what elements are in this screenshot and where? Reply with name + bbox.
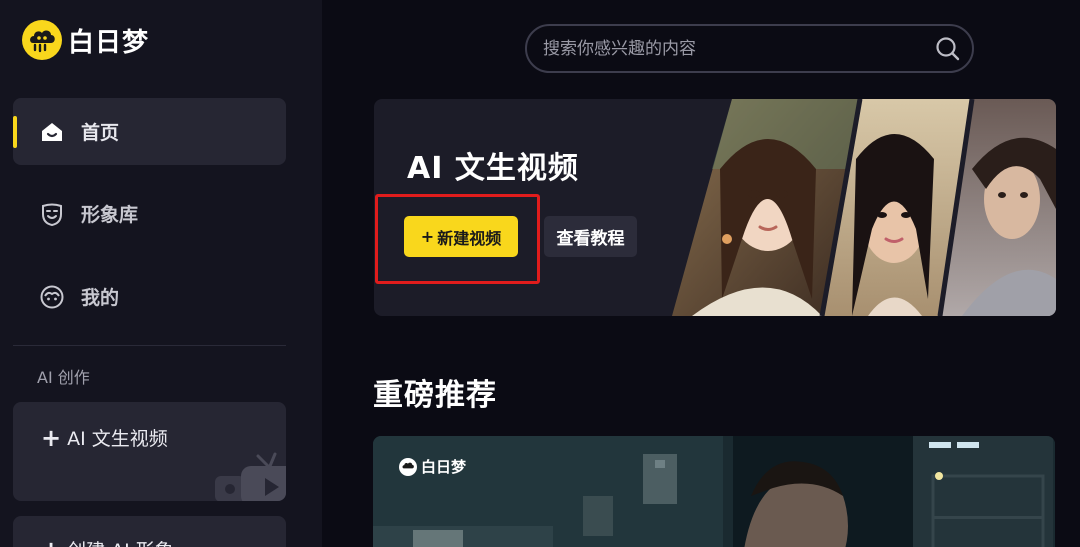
create-card-label: 创建 AI 形象 bbox=[67, 536, 174, 547]
create-card-label: AI 文生视频 bbox=[67, 428, 168, 450]
create-card-title: + 创建 AI 形象 bbox=[41, 536, 174, 547]
section-title-featured: 重磅推荐 bbox=[373, 378, 497, 413]
featured-video-card[interactable]: 白日梦 bbox=[373, 436, 1055, 547]
app-root: 白日梦 首页 形象库 我的 AI 创作 + AI 文生视频 搜索你感兴趣的内容 … bbox=[0, 0, 1080, 547]
view-tutorial-button[interactable]: 查看教程 bbox=[544, 216, 637, 257]
banner-title: AI 文生视频 bbox=[407, 151, 579, 186]
plus-icon: + bbox=[41, 538, 61, 547]
face-icon bbox=[39, 284, 65, 310]
featured-logo: 白日梦 bbox=[399, 456, 466, 477]
mask-icon bbox=[39, 201, 65, 227]
create-ai-video-card[interactable]: + AI 文生视频 bbox=[13, 402, 286, 501]
app-name: 白日梦 bbox=[68, 27, 150, 58]
sidebar-item-mine[interactable]: 我的 bbox=[13, 263, 286, 330]
create-card-title: + AI 文生视频 bbox=[41, 424, 168, 451]
create-ai-avatar-card[interactable]: + 创建 AI 形象 bbox=[13, 516, 286, 547]
search-icon[interactable] bbox=[924, 26, 972, 71]
logo-icon bbox=[22, 20, 62, 60]
home-icon bbox=[39, 119, 65, 145]
sidebar-item-home[interactable]: 首页 bbox=[13, 98, 286, 165]
search-input[interactable] bbox=[543, 38, 924, 59]
search-bar bbox=[525, 24, 974, 73]
banner-portraits-image bbox=[672, 99, 1056, 316]
sidebar-item-label: 我的 bbox=[81, 287, 120, 309]
sidebar-divider bbox=[13, 345, 286, 346]
sidebar-item-label: 首页 bbox=[81, 122, 120, 144]
plus-icon: + bbox=[41, 423, 62, 452]
featured-video-thumbnail bbox=[373, 436, 1055, 547]
sidebar-item-label: 形象库 bbox=[81, 204, 139, 226]
section-label-ai-creation: AI 创作 bbox=[37, 368, 90, 387]
logo-icon bbox=[399, 457, 417, 476]
tv-play-icon bbox=[215, 452, 286, 501]
sidebar: 白日梦 首页 形象库 我的 AI 创作 + AI 文生视频 bbox=[0, 0, 322, 547]
highlight-box bbox=[375, 194, 540, 284]
app-logo[interactable]: 白日梦 bbox=[22, 20, 149, 60]
featured-logo-text: 白日梦 bbox=[421, 458, 467, 476]
sidebar-item-avatar-library[interactable]: 形象库 bbox=[13, 180, 286, 247]
